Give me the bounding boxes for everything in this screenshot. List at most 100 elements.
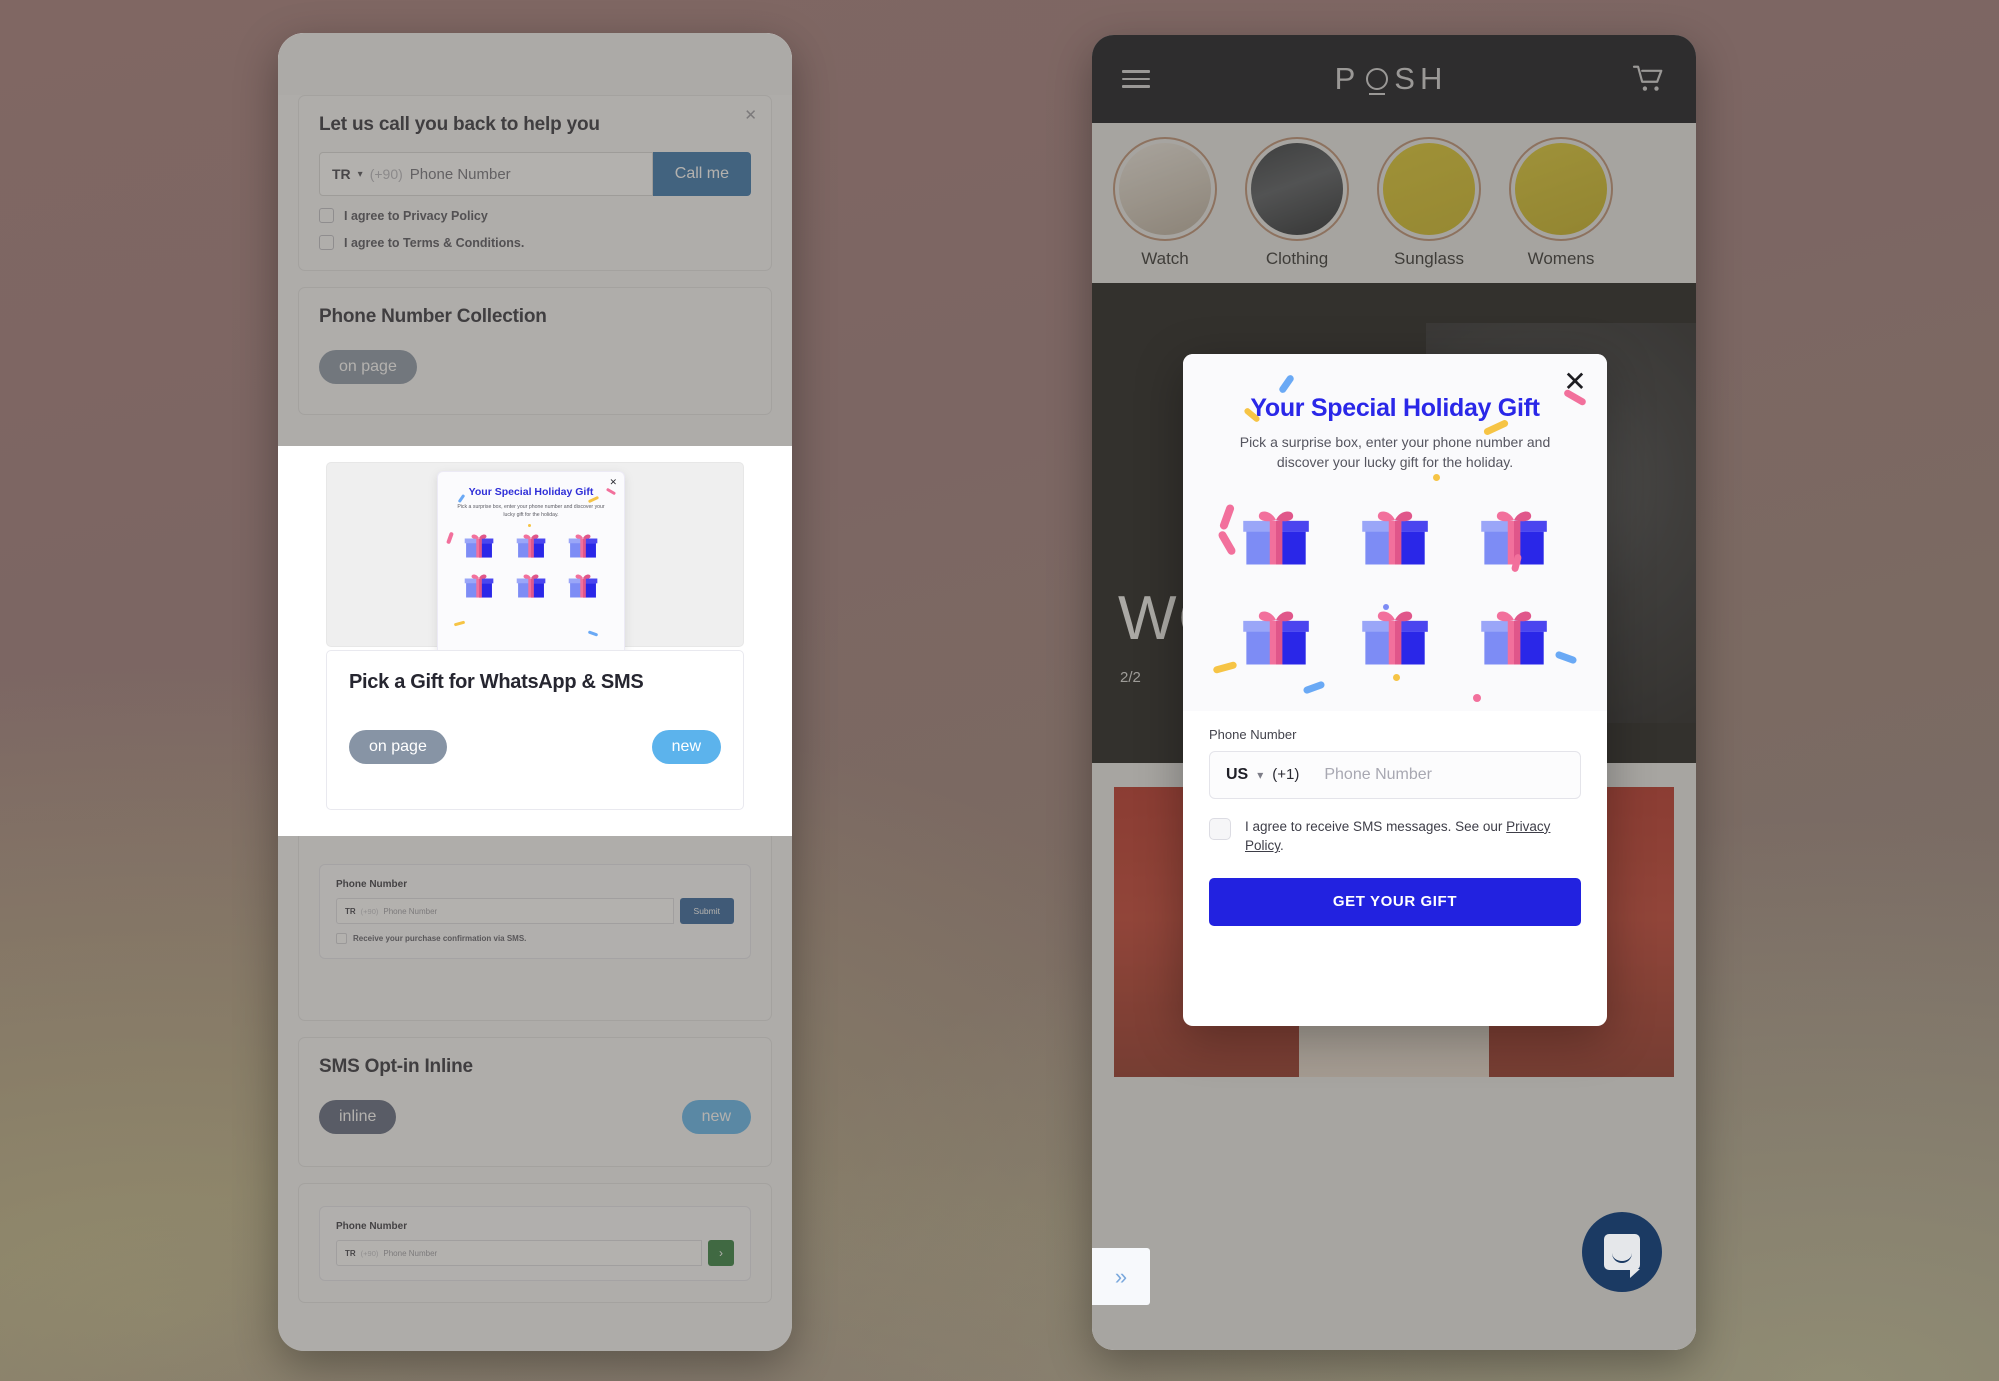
bottom-phone-placeholder: Phone Number (383, 1248, 438, 1258)
gift-box-icon (1243, 611, 1310, 665)
gift-modal-thumbnail[interactable]: ✕ Your Special Holiday Gift Pick a surpr… (437, 471, 625, 656)
gift-box-option[interactable] (560, 569, 606, 603)
gift-box-option[interactable] (1336, 599, 1455, 677)
gift-box-icon (1480, 511, 1547, 565)
thumb-gift-grid (438, 519, 624, 603)
category-avatar-ring (1377, 137, 1481, 241)
gift-box-option[interactable] (508, 529, 554, 563)
category-label: Watch (1141, 249, 1189, 268)
phone-collection-title: Phone Number Collection (319, 306, 547, 327)
badge-on-page[interactable]: on page (349, 730, 447, 764)
gift-box-option[interactable] (560, 529, 606, 563)
terms-checkbox-row[interactable]: I agree to Terms & Conditions. (319, 235, 751, 250)
phone-collection-badges: on page (319, 350, 751, 384)
category-image (1251, 143, 1343, 235)
close-icon[interactable]: ✕ (1561, 368, 1589, 396)
left-phone-statusbar (278, 33, 792, 95)
dial-code: (+1) (1272, 766, 1300, 784)
pick-a-gift-title: Pick a Gift for WhatsApp & SMS (349, 671, 644, 693)
highlighted-feature-strip: ✕ Your Special Holiday Gift Pick a surpr… (278, 446, 792, 836)
gift-box-option[interactable] (508, 569, 554, 603)
mini-consent-row[interactable]: Receive your purchase confirmation via S… (336, 933, 734, 944)
country-code[interactable]: US (1226, 766, 1248, 784)
gift-grid[interactable] (1209, 473, 1581, 693)
hamburger-menu-icon[interactable] (1122, 65, 1150, 93)
category-item-clothing[interactable]: Clothing (1242, 137, 1352, 283)
gift-box-option[interactable] (456, 569, 502, 603)
privacy-checkbox[interactable] (319, 208, 334, 223)
logo-letter-p: P (1334, 61, 1361, 96)
phone-input[interactable]: US ▾ (+1) Phone Number (1209, 750, 1581, 799)
pick-a-gift-card: Pick a Gift for WhatsApp & SMS on page n… (326, 650, 744, 810)
gift-box-icon (1362, 511, 1428, 565)
mini-phone-input[interactable]: TR (+90) Phone Number (336, 898, 674, 924)
badge-on-page[interactable]: on page (319, 350, 417, 384)
phone-placeholder: Phone Number (1324, 765, 1432, 783)
bottom-field-label: Phone Number (336, 1221, 408, 1232)
chevron-down-icon[interactable]: ▾ (1257, 768, 1263, 782)
sms-consent-row[interactable]: I agree to receive SMS messages. See our… (1209, 817, 1581, 856)
privacy-label: I agree to Privacy Policy (344, 208, 488, 223)
gift-box-option[interactable] (1336, 499, 1455, 577)
category-item-watch[interactable]: Watch (1110, 137, 1220, 283)
thumb-title: Your Special Holiday Gift (468, 486, 594, 498)
get-your-gift-button[interactable]: GET YOUR GIFT (1209, 877, 1581, 926)
gift-box-icon (1243, 511, 1310, 565)
confetti-piece (453, 620, 466, 627)
callback-card: ✕ Let us call you back to help you TR ▾ … (298, 95, 772, 271)
store-logo[interactable]: P SH (1335, 61, 1448, 97)
carousel-counter: 2/2 (1120, 669, 1141, 686)
mini-consent-checkbox[interactable] (336, 933, 347, 944)
privacy-checkbox-row[interactable]: I agree to Privacy Policy (319, 208, 751, 223)
chat-smile (1612, 1253, 1632, 1264)
gift-box-icon (516, 574, 546, 598)
gift-box-icon (464, 574, 494, 598)
badge-new[interactable]: new (651, 730, 721, 764)
chevron-down-icon[interactable]: ▾ (358, 169, 363, 180)
mini-submit-button[interactable]: Submit (679, 898, 734, 924)
confetti-piece (1473, 694, 1481, 702)
sms-optin-badges: inline new (319, 1100, 751, 1134)
phone-input[interactable]: TR ▾ (+90) Phone Number (319, 152, 653, 196)
gift-box-option[interactable] (1217, 499, 1336, 577)
category-avatar-ring (1245, 137, 1349, 241)
terms-label: I agree to Terms & Conditions. (344, 235, 525, 250)
mini-phone-placeholder: Phone Number (383, 906, 438, 916)
shopping-cart-icon[interactable] (1632, 64, 1666, 94)
gift-box-option[interactable] (1454, 499, 1573, 577)
badge-new[interactable]: new (681, 1100, 751, 1134)
logo-letter-o (1366, 68, 1389, 95)
mini-field-label: Phone Number (336, 879, 408, 890)
logo-letters-sh: SH (1394, 61, 1448, 96)
modal-subtitle: Pick a surprise box, enter your phone nu… (1239, 434, 1551, 470)
category-strip[interactable]: Watch Clothing Sunglass Womens (1092, 123, 1696, 283)
bottom-phone-input[interactable]: TR (+90) Phone Number (336, 1240, 702, 1266)
pick-a-gift-badges: on page new (349, 730, 721, 764)
phone-field-label: Phone Number (1209, 726, 1297, 742)
phone-placeholder: Phone Number (409, 165, 511, 183)
sms-preview-widget: Phone Number TR (+90) Phone Number Submi… (319, 864, 751, 959)
category-image (1515, 143, 1607, 235)
gift-box-icon (1480, 611, 1547, 665)
category-label: Sunglass (1394, 249, 1464, 268)
close-icon[interactable]: ✕ (744, 106, 757, 124)
country-code[interactable]: TR (332, 166, 351, 182)
terms-checkbox[interactable] (319, 235, 334, 250)
call-me-button[interactable]: Call me (652, 152, 751, 196)
mini-consent-label: Receive your purchase confirmation via S… (353, 934, 527, 943)
chat-bubble-icon[interactable] (1582, 1212, 1662, 1292)
close-icon[interactable]: ✕ (609, 477, 617, 488)
category-item-sunglass[interactable]: Sunglass (1374, 137, 1484, 283)
sms-consent-checkbox[interactable] (1209, 817, 1231, 840)
gift-box-option[interactable] (456, 529, 502, 563)
chevron-double-right-icon[interactable]: » (1092, 1248, 1150, 1305)
gift-box-option[interactable] (1454, 599, 1573, 677)
category-item-womens[interactable]: Womens (1506, 137, 1616, 283)
bottom-arrow-button[interactable]: › (708, 1240, 734, 1266)
confetti-piece (1277, 373, 1296, 395)
badge-inline[interactable]: inline (319, 1100, 397, 1134)
bottom-preview-card: Phone Number TR (+90) Phone Number › (298, 1183, 772, 1303)
gift-box-icon (516, 534, 546, 558)
gift-box-option[interactable] (1217, 599, 1336, 677)
category-label: Womens (1527, 249, 1595, 268)
